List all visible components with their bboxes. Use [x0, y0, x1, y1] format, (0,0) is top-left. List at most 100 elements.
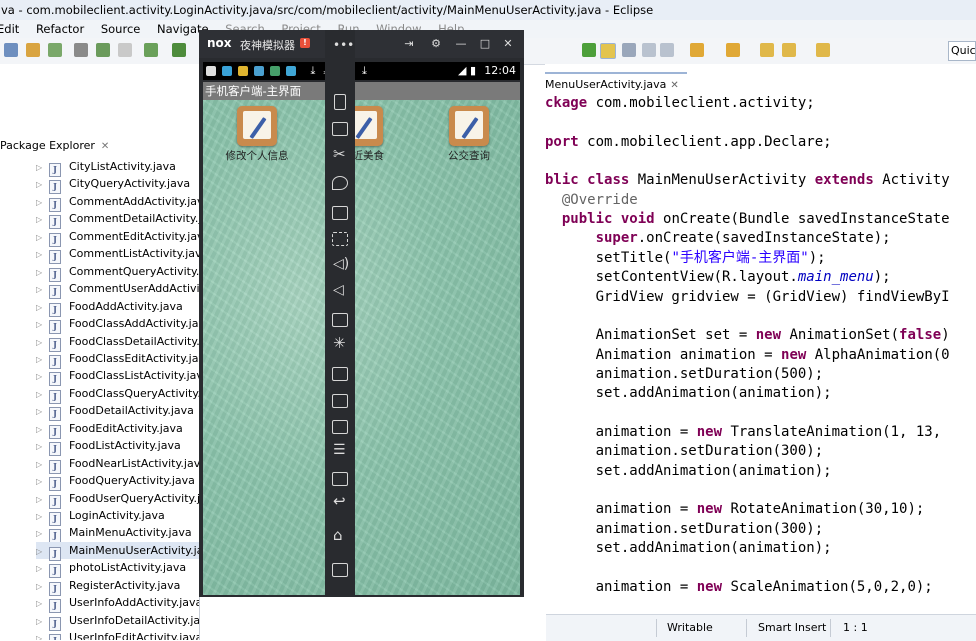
highlight-icon[interactable] [600, 43, 616, 59]
tree-item[interactable]: ▷J UserInfoEditActivity.java [36, 629, 199, 640]
android-sdk-icon[interactable] [118, 43, 132, 57]
tree-item[interactable]: ▷ J UserInfoAddActivity.java [36, 594, 199, 614]
expand-arrow-icon[interactable]: ▷ [36, 299, 46, 316]
tree-item[interactable]: ▷ J FoodListActivity.java [36, 437, 181, 457]
menu-tile-bus-query[interactable]: 公交查询 [434, 106, 504, 163]
shake-icon[interactable]: ✳ [333, 334, 346, 352]
expand-arrow-icon[interactable]: ▷ [36, 543, 46, 560]
tree-item[interactable]: ▷JMainMenuUserActivity.java [36, 541, 199, 561]
expand-arrow-icon[interactable]: ▷ [36, 560, 46, 577]
tree-item[interactable]: ▷ J CommentAddActivity.java [36, 193, 199, 212]
tree-item[interactable]: ▷JCommentUserAddActivity.java [36, 280, 199, 300]
expand-arrow-icon[interactable]: ▷ [36, 473, 46, 490]
android-home-icon[interactable]: ⌂ [333, 526, 343, 544]
save-icon[interactable] [26, 43, 40, 57]
fullscreen-icon[interactable] [332, 232, 348, 246]
expand-arrow-icon[interactable]: ▷ [36, 264, 46, 281]
menu-refactor[interactable]: Refactor [36, 20, 84, 38]
menu-source[interactable]: Source [101, 20, 141, 38]
quick-access-input[interactable]: Quick [948, 41, 976, 61]
phone-rotate-icon[interactable] [334, 94, 346, 110]
tree-item[interactable]: ▷ J MainMenuActivity.java [36, 524, 192, 544]
expand-arrow-icon[interactable]: ▷ [36, 386, 46, 403]
tree-item[interactable]: ▷ J FoodClassAddActivity.java [36, 315, 199, 335]
last-edit-icon[interactable] [760, 43, 774, 57]
expand-arrow-icon[interactable]: ▷ [36, 525, 46, 542]
expand-arrow-icon[interactable]: ▷ [36, 630, 46, 640]
close-icon[interactable]: ✕ [101, 141, 109, 152]
scissors-icon[interactable]: ✂ [333, 145, 346, 163]
volume-down-icon[interactable]: ◁ [333, 282, 344, 298]
multi-window-icon[interactable] [332, 472, 348, 486]
operation-record-icon[interactable] [332, 367, 348, 381]
code-editor[interactable]: MenuUserActivity.java ✕ ckage com.mobilec… [545, 64, 976, 614]
tree-item[interactable]: ▷JFoodUserQueryActivity.java [36, 490, 199, 509]
new-icon[interactable] [4, 43, 18, 57]
alert-badge-icon[interactable]: ! [300, 38, 310, 48]
expand-arrow-icon[interactable]: ▷ [36, 176, 46, 193]
expand-arrow-icon[interactable]: ▷ [36, 491, 46, 508]
package-explorer-tab[interactable]: Package Explorer ✕ [0, 136, 109, 156]
tree-item[interactable]: ▷ J FoodAddActivity.java [36, 298, 183, 317]
close-icon[interactable]: ✕ [501, 37, 515, 50]
expand-arrow-icon[interactable]: ▷ [36, 281, 46, 298]
more-icon[interactable]: ••• [333, 38, 354, 52]
maximize-icon[interactable]: □ [478, 37, 492, 50]
settings-icon[interactable]: ⚙ [429, 37, 443, 50]
checkbox-icon[interactable] [172, 43, 186, 57]
tree-item[interactable]: ▷JCommentDetailActivity.java [36, 210, 199, 230]
expand-arrow-icon[interactable]: ▷ [36, 456, 46, 473]
tree-item[interactable]: ▷ J CommentEditActivity.java [36, 228, 199, 247]
expand-arrow-icon[interactable]: ▷ [36, 613, 46, 630]
multi-instance-icon[interactable] [332, 420, 348, 434]
tree-item[interactable]: ▷ J FoodNearListActivity.java [36, 455, 199, 474]
expand-arrow-icon[interactable]: ▷ [36, 246, 46, 263]
tree-item[interactable]: ▷ J CommentListActivity.java [36, 245, 199, 265]
toggle-icon[interactable] [622, 43, 636, 57]
back-icon[interactable] [782, 43, 796, 57]
expand-arrow-icon[interactable]: ▷ [36, 229, 46, 246]
screen-icon[interactable] [332, 206, 348, 220]
expand-arrow-icon[interactable]: ▷ [36, 334, 46, 351]
show-whitespace-icon[interactable] [642, 43, 656, 57]
tree-item[interactable]: ▷ J FoodEditActivity.java [36, 420, 183, 439]
android-back-icon[interactable]: ↩ [333, 492, 346, 510]
expand-arrow-icon[interactable]: ▷ [36, 403, 46, 420]
tree-item[interactable]: ▷ J LoginActivity.java [36, 507, 165, 526]
next-annotation-icon[interactable] [690, 43, 704, 57]
prev-annotation-icon[interactable] [726, 43, 740, 57]
tree-item[interactable]: ▷ J FoodClassEditActivity.java [36, 350, 199, 369]
editor-tab[interactable]: MenuUserActivity.java ✕ [545, 72, 687, 96]
forward-icon[interactable] [816, 43, 830, 57]
expand-arrow-icon[interactable]: ▷ [36, 211, 46, 228]
expand-arrow-icon[interactable]: ▷ [36, 159, 46, 176]
menu-edit[interactable]: Edit [0, 20, 19, 38]
tree-item[interactable]: ▷ J UserInfoDetailActivity.java [36, 612, 199, 631]
tree-item[interactable]: ▷ J FoodClassListActivity.java [36, 367, 199, 387]
tree-item[interactable]: ▷ J CityListActivity.java [36, 158, 176, 177]
expand-arrow-icon[interactable]: ▷ [36, 351, 46, 368]
expand-arrow-icon[interactable]: ▷ [36, 595, 46, 612]
tree-item[interactable]: ▷ J CityQueryActivity.java [36, 175, 190, 195]
tree-item[interactable]: ▷ JphotoListActivity.java [36, 559, 186, 579]
close-icon[interactable]: ✕ [670, 80, 678, 91]
location-icon[interactable] [332, 176, 348, 190]
skip-icon[interactable] [74, 43, 88, 57]
expand-arrow-icon[interactable]: ▷ [36, 194, 46, 211]
volume-up-icon[interactable]: ◁) [333, 256, 349, 272]
tree-item[interactable]: ▷ J FoodQueryActivity.java [36, 472, 195, 492]
expand-arrow-icon[interactable]: ▷ [36, 368, 46, 385]
expand-arrow-icon[interactable]: ▷ [36, 508, 46, 525]
build-icon[interactable] [96, 43, 110, 57]
expand-arrow-icon[interactable]: ▷ [36, 578, 46, 595]
add-apk-icon[interactable] [332, 313, 348, 327]
menu-icon[interactable]: ☰ [333, 442, 346, 458]
android-recents-icon[interactable] [332, 563, 348, 577]
android-avd-icon[interactable] [144, 43, 158, 57]
expand-arrow-icon[interactable]: ▷ [36, 421, 46, 438]
minimize-icon[interactable]: — [454, 37, 468, 50]
pilcrow-icon[interactable] [660, 43, 674, 57]
run-icon[interactable] [582, 43, 596, 57]
expand-arrow-icon[interactable]: ▷ [36, 438, 46, 455]
tree-item[interactable]: ▷JCommentQueryActivity.java [36, 263, 199, 282]
